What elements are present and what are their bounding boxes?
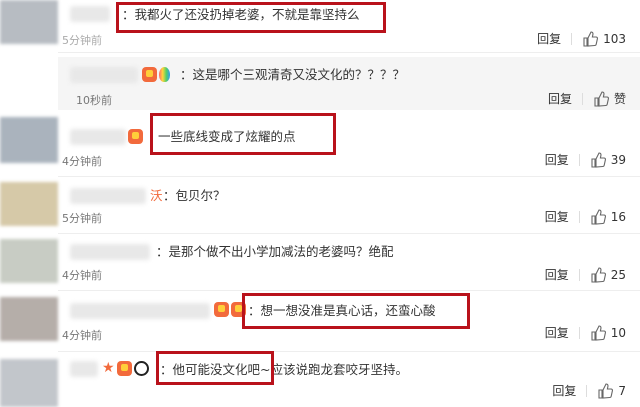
vip-badge-icon [128,129,143,144]
highlight-box [150,113,336,155]
divider [578,268,580,281]
avatar[interactable] [0,359,58,407]
reply-button[interactable]: 回复 [545,151,569,168]
like-count: 7 [618,383,626,398]
comment-text: ：是那个做不出小学加减法的老婆吗？绝配 [156,244,394,259]
username[interactable] [70,6,110,22]
comment-time: 4分钟前 [62,269,102,282]
thumbs-up-icon[interactable] [590,266,606,283]
comment-actions: 回复 7 [552,382,626,399]
like-count: 16 [610,209,626,224]
comment-item: ：想一想没准是真心话，还蛮心酸 4分钟前 回复 10 [0,293,640,351]
username-suffix[interactable]: 沃 [150,188,163,204]
comment-text: ：这是哪个三观清奇又没文化的？？？？ [180,67,406,82]
divider [586,384,588,397]
comment-item: ★ ：他可能没文化吧 ~应该说跑龙套咬牙坚持。 回复 7 [0,351,640,407]
thumbs-up-icon[interactable] [590,324,606,341]
divider [578,153,580,166]
divider [578,210,580,223]
highlight-box [242,293,470,329]
comment-item: ：这是哪个三观清奇又没文化的？？？？ 10秒前 回复 赞 [0,57,640,110]
reply-button[interactable]: 回复 [548,90,572,107]
comment-time: 5分钟前 [62,212,102,225]
comment-item: 一些底线变成了炫耀的点 4分钟前 回复 39 [0,113,640,175]
comment-item: 沃 ：包贝尔？ 5分钟前 回复 16 [0,180,640,232]
comment-actions: 回复 103 [537,30,626,47]
comment-actions: 回复 10 [545,324,626,341]
comment-actions: 回复 16 [545,208,626,225]
comment-text: ：包贝尔？ [163,188,226,203]
vip-badge-icon [142,67,157,82]
avatar[interactable] [0,239,58,283]
divider [58,52,640,53]
username[interactable] [70,244,150,260]
comment-text-continued: ~应该说跑龙套咬牙坚持。 [260,362,408,377]
divider [58,233,640,234]
username[interactable] [70,129,126,145]
comment-actions: 回复 39 [545,151,626,168]
like-count: 25 [610,267,626,282]
divider [58,351,640,352]
reply-button[interactable]: 回复 [537,30,561,47]
divider [581,92,583,105]
badge-icons: ★ [102,361,149,376]
thumbs-up-icon[interactable] [582,30,599,47]
star-icon: ★ [102,360,115,376]
reply-button[interactable]: 回复 [545,266,569,283]
reply-button[interactable]: 回复 [545,324,569,341]
vip-badge-icon [214,302,229,317]
comment-time: 10秒前 [76,94,112,107]
like-count: 39 [610,152,626,167]
thumbs-up-icon[interactable] [597,382,614,399]
divider [578,326,580,339]
username[interactable] [70,188,146,204]
avatar[interactable] [0,0,58,44]
avatar[interactable] [0,117,58,163]
comment-time: 5分钟前 [62,34,102,47]
comment-time: 4分钟前 [62,155,102,168]
comment-item: ：是那个做不出小学加减法的老婆吗？绝配 4分钟前 回复 25 [0,237,640,289]
divider [58,176,640,177]
reply-button[interactable]: 回复 [545,208,569,225]
thumbs-up-icon[interactable] [590,208,606,225]
comment-time: 4分钟前 [62,329,102,342]
like-count: 10 [610,325,626,340]
divider [58,290,640,291]
username[interactable] [70,67,138,83]
username[interactable] [70,361,98,377]
thumbs-up-icon[interactable] [593,90,609,107]
badge-icons [128,129,143,144]
highlight-box [116,2,386,33]
like-count: 103 [603,31,626,46]
like-count: 赞 [613,92,626,106]
panda-icon [133,361,149,376]
comment-actions: 回复 赞 [548,90,626,107]
username[interactable] [70,303,210,319]
reply-button[interactable]: 回复 [552,382,576,399]
balloon-icon [159,67,170,82]
highlight-box [156,351,274,385]
comment-actions: 回复 25 [545,266,626,283]
badge-icons [142,67,170,82]
comment-item: ：我都火了还没扔掉老婆，不就是靠坚持么 5分钟前 回复 103 [0,0,640,52]
vip-badge-icon [116,361,132,376]
divider [571,32,573,45]
thumbs-up-icon[interactable] [590,151,606,168]
avatar[interactable] [0,297,58,341]
avatar[interactable] [0,182,58,226]
